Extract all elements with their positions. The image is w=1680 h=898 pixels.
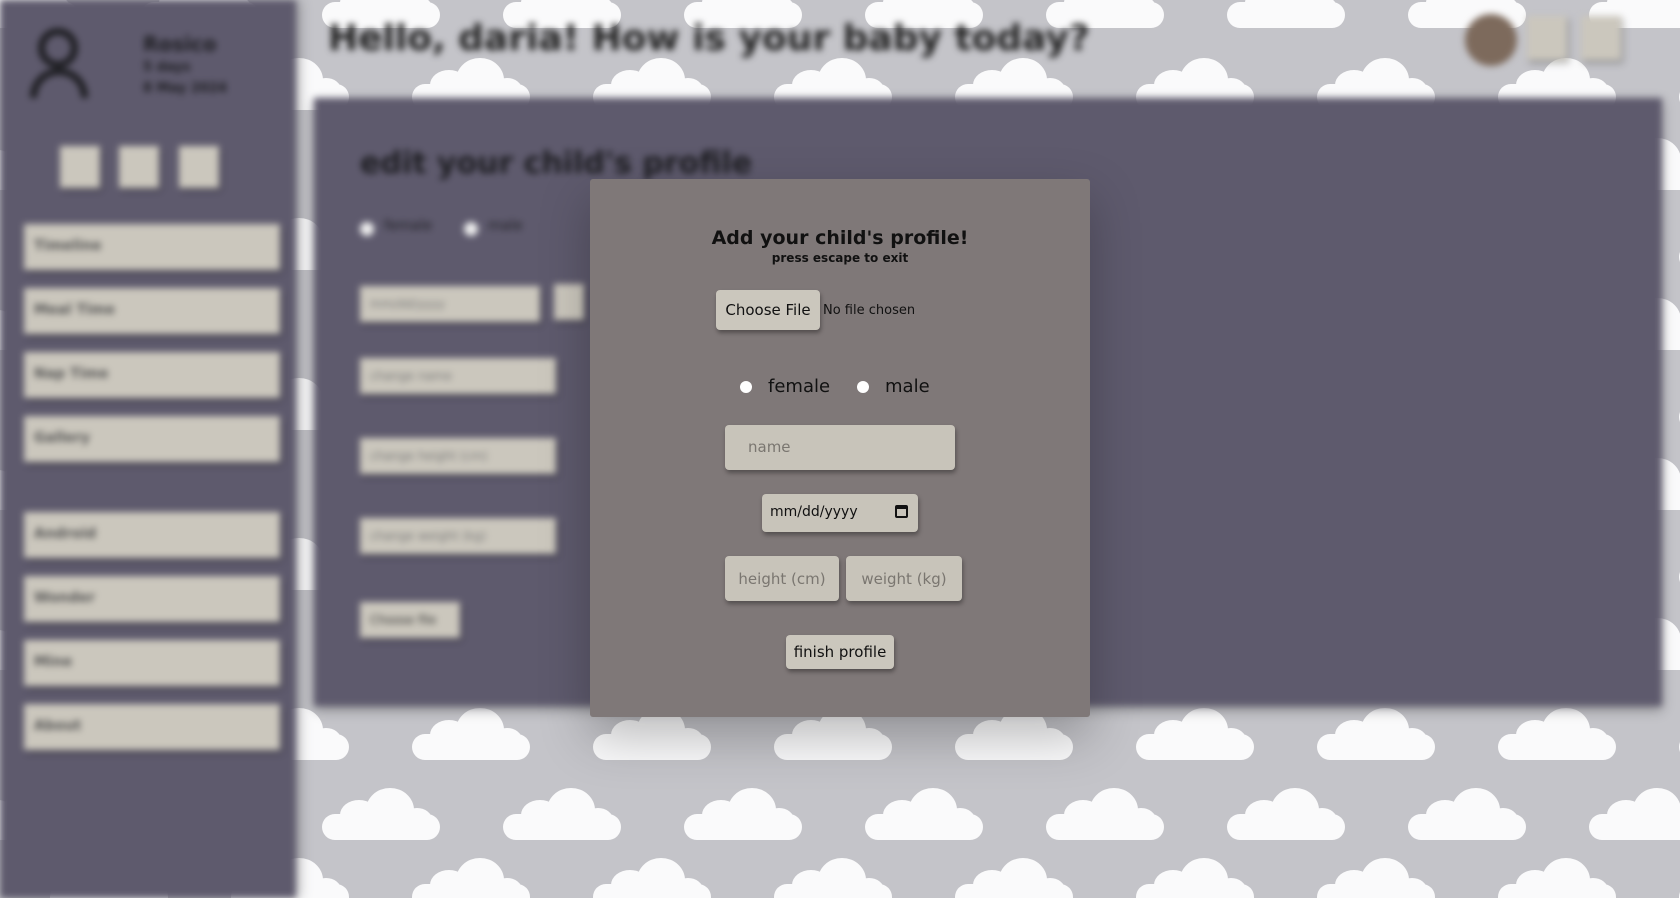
sidebar-item-timeline[interactable]: Timeline [24,224,280,270]
female-radio[interactable] [360,222,374,236]
male-radio[interactable] [464,222,478,236]
choose-file-button[interactable]: Choose File [716,290,820,330]
add-child-modal: Add your child's profile! press escape t… [590,179,1090,717]
finish-profile-button[interactable]: finish profile [786,635,894,669]
profile-photo[interactable] [1465,14,1517,66]
panel-title: edit your child's profile [360,146,753,181]
calendar-icon[interactable] [895,505,908,518]
female-radio-label: female [768,376,831,397]
user-age: 5 days [143,60,191,75]
search-icon-button[interactable] [119,146,159,188]
sidebar-item-nap-time[interactable]: Nap Time [24,352,280,398]
sidebar: Rosico 5 days 8 May 2024 Timeline Meal T… [0,0,296,898]
sidebar-item-wonder[interactable]: Wonder [24,576,280,622]
no-file-text: No file chosen [823,303,916,318]
sidebar-item-mine[interactable]: Mine [24,640,280,686]
change-weight-input[interactable]: change weight (kg) [360,518,556,554]
height-input[interactable]: height (cm) [725,556,839,601]
edit-date-button[interactable] [554,284,584,320]
male-radio[interactable] [857,381,869,393]
name-input[interactable]: name [725,425,955,470]
user-avatar-icon [28,28,92,100]
date-input[interactable]: mm/dd/yyyy [360,286,540,322]
modal-subtitle: press escape to exit [771,251,909,265]
change-height-input[interactable]: change height (cm) [360,438,556,474]
birthdate-placeholder: mm/dd/yyyy [770,504,858,520]
female-radio-label: female [384,218,433,234]
greeting-heading: Hello, daria! How is your baby today? [328,18,1090,59]
birthdate-input[interactable]: mm/dd/yyyy [762,494,918,532]
change-photo-button[interactable]: Choose file [360,602,460,638]
male-radio-label: male [885,376,930,397]
modal-title: Add your child's profile! [711,227,969,249]
change-name-input[interactable]: change name [360,358,556,394]
sidebar-item-gallery[interactable]: Gallery [24,416,280,462]
user-name: Rosico [143,32,217,56]
home-icon-button[interactable] [179,146,219,188]
bell-icon-button[interactable] [1527,16,1567,60]
female-radio[interactable] [740,381,752,393]
sidebar-item-android[interactable]: Android [24,512,280,558]
user-dob: 8 May 2024 [143,81,228,96]
logout-icon-button[interactable] [1581,16,1621,60]
weight-input[interactable]: weight (kg) [846,556,962,601]
sidebar-item-about[interactable]: About [24,704,280,750]
edit-icon-button[interactable] [60,146,100,188]
male-radio-label: male [488,218,523,234]
sidebar-item-meal-time[interactable]: Meal Time [24,288,280,334]
